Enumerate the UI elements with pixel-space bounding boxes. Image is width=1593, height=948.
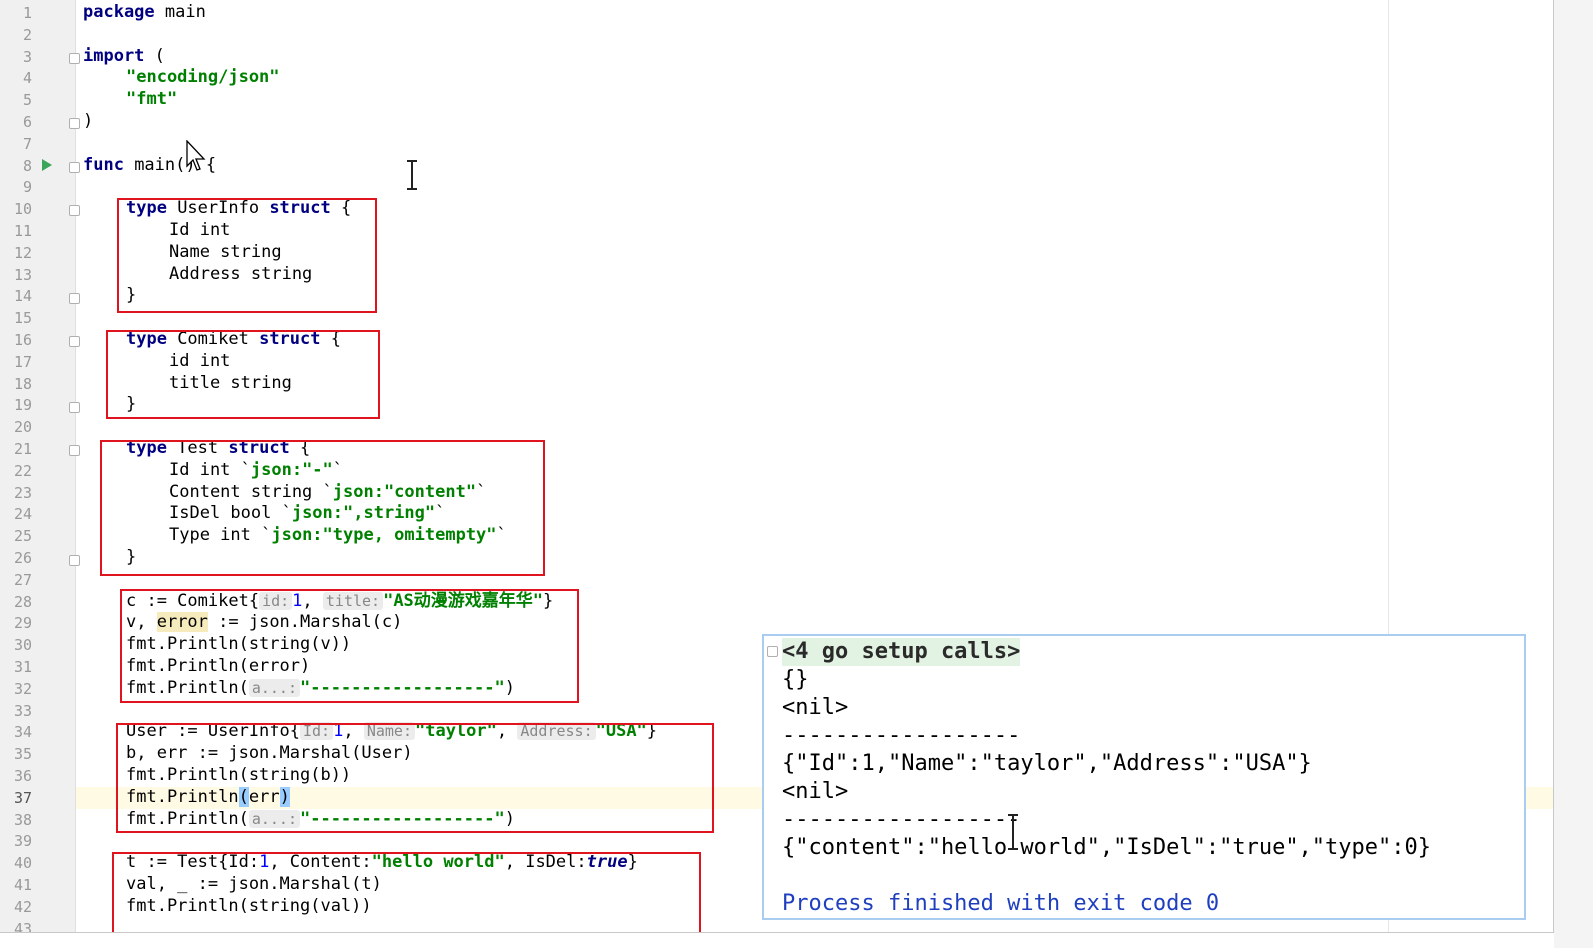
code-line-4: "encoding/json": [126, 67, 280, 89]
output-line: {"content":"hello world","IsDel":"true",…: [782, 835, 1432, 860]
output-line: {}: [782, 667, 809, 692]
line-number: 29: [13, 614, 32, 633]
line-number: 7: [22, 134, 32, 153]
fold-icon[interactable]: [69, 293, 80, 304]
code-line-5: "fmt": [126, 89, 177, 111]
line-number: 17: [13, 352, 32, 371]
line-number: 2: [22, 25, 32, 44]
code-text: ): [83, 111, 94, 131]
annotation-box-test: [100, 440, 545, 576]
line-number: 32: [13, 679, 32, 698]
line-number: 39: [13, 832, 32, 851]
line-number: 40: [13, 854, 32, 873]
line-number: 43: [13, 919, 32, 933]
code-line-1: package main: [83, 2, 206, 24]
line-number-gutter[interactable]: 1 2 3 4 5 6 7 8 9 10 11 12 13 14 15 16 17 18 19 20 21 22 23 24 2…: [0, 0, 80, 933]
fold-icon[interactable]: [69, 336, 80, 347]
line-number: 24: [13, 505, 32, 524]
line-number: 19: [13, 396, 32, 415]
annotation-box-user-usage: [116, 723, 714, 833]
output-line: {"Id":1,"Name":"taylor","Address":"USA"}: [782, 751, 1312, 776]
fold-icon[interactable]: [69, 118, 80, 129]
line-number: 41: [13, 876, 32, 894]
line-number: 12: [13, 243, 32, 262]
output-line: <nil>: [782, 695, 849, 720]
setup-calls-header[interactable]: <4 go setup calls>: [782, 638, 1021, 666]
line-number: 26: [13, 549, 32, 567]
line-number: 28: [13, 592, 32, 611]
run-output-popup[interactable]: <4 go setup calls> {} <nil> ------------…: [762, 634, 1526, 920]
line-number: 38: [13, 810, 32, 829]
code-text: main: [154, 2, 206, 22]
fold-icon[interactable]: [69, 162, 80, 173]
fold-icon[interactable]: [69, 555, 80, 566]
line-number: 34: [13, 723, 32, 742]
line-number: 8: [22, 156, 32, 175]
line-number: 30: [13, 636, 32, 655]
line-number: 14: [13, 287, 32, 306]
run-icon[interactable]: [42, 159, 52, 171]
string-literal: "fmt": [126, 89, 178, 110]
annotation-box-userinfo: [117, 198, 377, 313]
line-number: 21: [13, 440, 32, 458]
string-literal: "encoding/json": [126, 67, 280, 88]
right-panel-strip[interactable]: [1554, 0, 1593, 948]
line-number: 20: [13, 418, 32, 437]
line-number: 23: [13, 483, 32, 502]
output-line: <nil>: [782, 779, 849, 804]
line-number: 16: [13, 331, 32, 349]
code-line-3: import (: [83, 46, 165, 68]
line-number: 4: [22, 69, 32, 88]
text-cursor-icon: [407, 160, 417, 190]
keyword: func: [83, 154, 124, 175]
line-number: 5: [22, 91, 32, 110]
annotation-box-comiket: [106, 330, 380, 419]
line-number: 37: [13, 788, 32, 807]
line-number: 25: [13, 527, 32, 546]
output-line: ------------------: [782, 807, 1021, 832]
annotation-box-test-usage: [112, 852, 701, 932]
line-number: 9: [22, 178, 32, 197]
line-number: 31: [13, 658, 32, 676]
text-cursor-icon: [1008, 814, 1018, 850]
line-number: 18: [13, 374, 32, 393]
line-number: 15: [13, 309, 32, 328]
line-number: 3: [22, 47, 32, 66]
line-number: 1: [22, 4, 32, 22]
fold-icon[interactable]: [69, 445, 80, 456]
output-line: ------------------: [782, 723, 1021, 748]
fold-icon[interactable]: [69, 205, 80, 216]
code-text: (: [144, 45, 165, 66]
line-number: 22: [13, 461, 32, 480]
annotation-box-comiket-usage: [120, 589, 579, 703]
keyword: import: [83, 45, 145, 66]
line-number: 35: [13, 745, 32, 764]
line-number: 13: [13, 265, 32, 284]
code-line-6: ): [83, 111, 93, 133]
expand-icon[interactable]: [767, 646, 778, 657]
line-number: 36: [13, 767, 32, 785]
line-number: 27: [13, 570, 32, 589]
exit-status: Process finished with exit code 0: [782, 891, 1220, 916]
mouse-pointer-icon: [186, 140, 206, 171]
keyword: package: [83, 2, 155, 22]
line-number: 11: [13, 222, 32, 240]
line-number: 42: [13, 897, 32, 916]
line-number: 6: [22, 113, 32, 131]
fold-icon[interactable]: [69, 53, 80, 64]
line-number: 33: [13, 701, 32, 720]
line-number: 10: [13, 200, 32, 219]
fold-icon[interactable]: [69, 402, 80, 413]
